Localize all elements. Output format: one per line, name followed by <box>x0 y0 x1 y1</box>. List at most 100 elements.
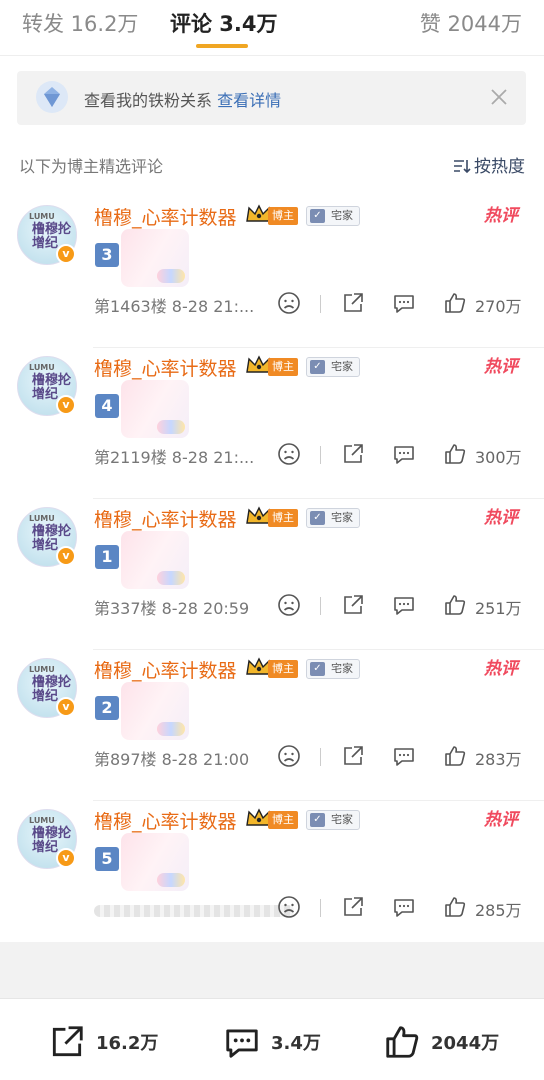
sort-icon <box>454 160 471 174</box>
thumbs-up-icon[interactable] <box>443 744 467 768</box>
banner-link[interactable]: 查看详情 <box>217 91 281 110</box>
thumbs-up-icon[interactable] <box>443 291 467 315</box>
number-emoji: 2 <box>95 696 119 720</box>
status-tag: ✓ 宅家 <box>306 206 360 226</box>
comment-icon[interactable] <box>392 895 416 919</box>
thumbs-up-icon[interactable] <box>443 895 467 919</box>
author-badge: 博主 <box>268 660 298 678</box>
status-tag: ✓ 宅家 <box>306 810 360 830</box>
comment-icon[interactable] <box>392 593 416 617</box>
share-icon[interactable] <box>341 895 365 919</box>
like-count: 283万 <box>475 750 522 769</box>
status-tag: ✓ 宅家 <box>306 659 360 679</box>
status-tag-label: 宅家 <box>331 662 353 675</box>
dislike-face-icon[interactable] <box>277 593 301 617</box>
divider <box>320 295 321 313</box>
divider <box>320 748 321 766</box>
dislike-face-icon[interactable] <box>277 895 301 919</box>
verified-icon: v <box>56 546 76 566</box>
avatar-text-top: LUMU <box>29 363 55 372</box>
comment-icon[interactable] <box>392 744 416 768</box>
comment-sticker-image[interactable] <box>121 833 189 891</box>
comment-sticker-image[interactable] <box>121 682 189 740</box>
username[interactable]: 橹穆_心率计数器 <box>94 203 237 230</box>
comment-meta: 第2119楼 8-28 21:... <box>94 448 255 467</box>
divider <box>320 597 321 615</box>
avatar[interactable]: LUMU 橹穆抡增纪 v <box>17 658 77 718</box>
share-icon[interactable] <box>341 291 365 315</box>
close-icon[interactable] <box>488 86 510 108</box>
hot-comment-badge: 热评 <box>484 810 518 830</box>
fan-relation-banner[interactable]: 查看我的铁粉关系 查看详情 <box>17 71 526 125</box>
comment-item[interactable]: LUMU 橹穆抡增纪 v 橹穆_心率计数器 博主 ✓ 宅家 热评 5 285万 <box>0 801 544 952</box>
avatar-text-top: LUMU <box>29 212 55 221</box>
comment-meta: 第897楼 8-28 21:00 <box>94 750 250 769</box>
username[interactable]: 橹穆_心率计数器 <box>94 656 237 683</box>
gray-spacer <box>0 942 544 998</box>
active-tab-indicator <box>196 44 248 48</box>
hot-comment-badge: 热评 <box>484 357 518 377</box>
comment-item[interactable]: LUMU 橹穆抡增纪 v 橹穆_心率计数器 博主 ✓ 宅家 热评 2 第897楼… <box>0 650 544 801</box>
tab-comment[interactable]: 评论 3.4万 <box>170 8 278 38</box>
status-tag-label: 宅家 <box>331 360 353 373</box>
comment-meta <box>94 905 294 917</box>
avatar[interactable]: LUMU 橹穆抡增纪 v <box>17 507 77 567</box>
share-icon[interactable] <box>341 744 365 768</box>
thumbs-up-icon[interactable] <box>443 442 467 466</box>
avatar-text-top: LUMU <box>29 665 55 674</box>
number-emoji: 1 <box>95 545 119 569</box>
comment-meta: 第337楼 8-28 20:59 <box>94 599 250 618</box>
comment-count: 3.4万 <box>271 1033 321 1054</box>
number-emoji: 3 <box>95 243 119 267</box>
verified-icon: v <box>56 697 76 717</box>
check-icon: ✓ <box>310 511 325 525</box>
comment-item[interactable]: LUMU 橹穆抡增纪 v 橹穆_心率计数器 博主 ✓ 宅家 热评 4 第2119… <box>0 348 544 499</box>
number-emoji: 5 <box>95 847 119 871</box>
comment-sticker-image[interactable] <box>121 380 189 438</box>
dislike-face-icon[interactable] <box>277 442 301 466</box>
thumbs-up-icon <box>386 1026 419 1058</box>
like-count: 2044万 <box>431 1033 500 1054</box>
avatar-text-top: LUMU <box>29 514 55 523</box>
check-icon: ✓ <box>310 662 325 676</box>
comment-item[interactable]: LUMU 橹穆抡增纪 v 橹穆_心率计数器 博主 ✓ 宅家 热评 1 第337楼… <box>0 499 544 650</box>
tab-repost[interactable]: 转发 16.2万 <box>22 8 138 38</box>
verified-icon: v <box>56 848 76 868</box>
dislike-face-icon[interactable] <box>277 744 301 768</box>
avatar[interactable]: LUMU 橹穆抡增纪 v <box>17 809 77 869</box>
thumbs-up-icon[interactable] <box>443 593 467 617</box>
comment-icon[interactable] <box>392 291 416 315</box>
hot-comment-badge: 热评 <box>484 206 518 226</box>
like-count: 300万 <box>475 448 522 467</box>
divider <box>320 899 321 917</box>
like-count: 270万 <box>475 297 522 316</box>
status-tag: ✓ 宅家 <box>306 508 360 528</box>
username[interactable]: 橹穆_心率计数器 <box>94 354 237 381</box>
avatar[interactable]: LUMU 橹穆抡增纪 v <box>17 356 77 416</box>
comment-item[interactable]: LUMU 橹穆抡增纪 v 橹穆_心率计数器 博主 ✓ 宅家 热评 3 第1463… <box>0 197 544 348</box>
comment-sticker-image[interactable] <box>121 229 189 287</box>
author-badge: 博主 <box>268 207 298 225</box>
number-emoji: 4 <box>95 394 119 418</box>
avatar[interactable]: LUMU 橹穆抡增纪 v <box>17 205 77 265</box>
share-icon[interactable] <box>341 442 365 466</box>
top-tabs: 转发 16.2万 评论 3.4万 赞 2044万 <box>0 0 544 56</box>
share-icon[interactable] <box>341 593 365 617</box>
diamond-icon <box>36 81 68 113</box>
username[interactable]: 橹穆_心率计数器 <box>94 505 237 532</box>
dislike-face-icon[interactable] <box>277 291 301 315</box>
username[interactable]: 橹穆_心率计数器 <box>94 807 237 834</box>
tab-like[interactable]: 赞 2044万 <box>420 8 522 38</box>
comment-icon[interactable] <box>392 442 416 466</box>
banner-text: 查看我的铁粉关系 查看详情 <box>84 87 281 111</box>
hot-comment-badge: 热评 <box>484 508 518 528</box>
section-title: 以下为博主精选评论 <box>19 157 164 176</box>
verified-icon: v <box>56 395 76 415</box>
author-badge: 博主 <box>268 811 298 829</box>
hot-comment-badge: 热评 <box>484 659 518 679</box>
banner-label: 查看我的铁粉关系 <box>84 91 213 110</box>
comment-sticker-image[interactable] <box>121 531 189 589</box>
author-badge: 博主 <box>268 358 298 376</box>
sort-button[interactable]: 按热度 <box>453 152 525 177</box>
check-icon: ✓ <box>310 360 325 374</box>
